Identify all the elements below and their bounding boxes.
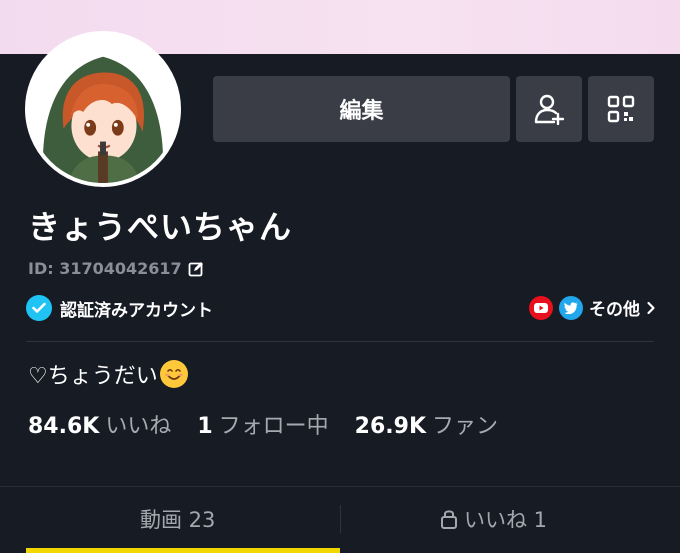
verified-check-icon xyxy=(26,295,52,321)
verified-label: 認証済みアカウント xyxy=(60,300,213,321)
tab-videos-label: 動画 23 xyxy=(140,508,216,532)
tab-videos[interactable]: 動画 23 xyxy=(140,504,215,534)
qr-code-icon xyxy=(607,95,635,123)
lock-icon xyxy=(441,510,457,529)
followers-label[interactable]: ファン xyxy=(432,408,498,440)
bio-text: ♡ちょうだい xyxy=(28,364,158,389)
user-id-text: ID: 31704042617 xyxy=(28,259,182,278)
followers-count[interactable]: 26.9K xyxy=(355,414,426,439)
tab-likes-label: いいね 1 xyxy=(464,508,548,532)
following-label[interactable]: フォロー中 xyxy=(219,408,329,440)
profile-stats: 84.6K いいね 1 フォロー中 26.9K ファン xyxy=(28,408,524,440)
edit-icon[interactable] xyxy=(188,261,204,277)
edit-profile-label: 編集 xyxy=(339,99,384,124)
add-friend-button[interactable] xyxy=(516,76,582,142)
bio: ♡ちょうだい xyxy=(28,358,188,390)
avatar-illustration xyxy=(29,35,177,183)
smiling-face-emoji-icon xyxy=(159,360,188,388)
user-id[interactable]: ID: 31704042617 xyxy=(28,259,204,278)
tab-bar-divider xyxy=(0,486,680,487)
other-links-label[interactable]: その他 xyxy=(589,295,640,320)
add-person-icon xyxy=(534,94,564,125)
verified-account: 認証済みアカウント xyxy=(26,295,213,321)
tab-separator xyxy=(340,505,341,533)
edit-profile-button[interactable]: 編集 xyxy=(213,76,510,142)
likes-count: 84.6K xyxy=(28,414,100,439)
social-links[interactable]: その他 xyxy=(529,295,656,320)
section-divider xyxy=(26,341,654,342)
following-count[interactable]: 1 xyxy=(197,414,212,439)
qr-code-button[interactable] xyxy=(588,76,654,142)
display-name: きょうぺいちゃん xyxy=(28,208,293,246)
active-tab-indicator xyxy=(26,548,340,553)
chevron-right-icon xyxy=(647,301,655,314)
tab-likes[interactable]: いいね 1 xyxy=(440,504,547,534)
youtube-icon[interactable] xyxy=(529,295,553,320)
twitter-icon[interactable] xyxy=(559,295,583,320)
likes-label: いいね xyxy=(105,414,172,439)
avatar[interactable] xyxy=(25,31,181,187)
